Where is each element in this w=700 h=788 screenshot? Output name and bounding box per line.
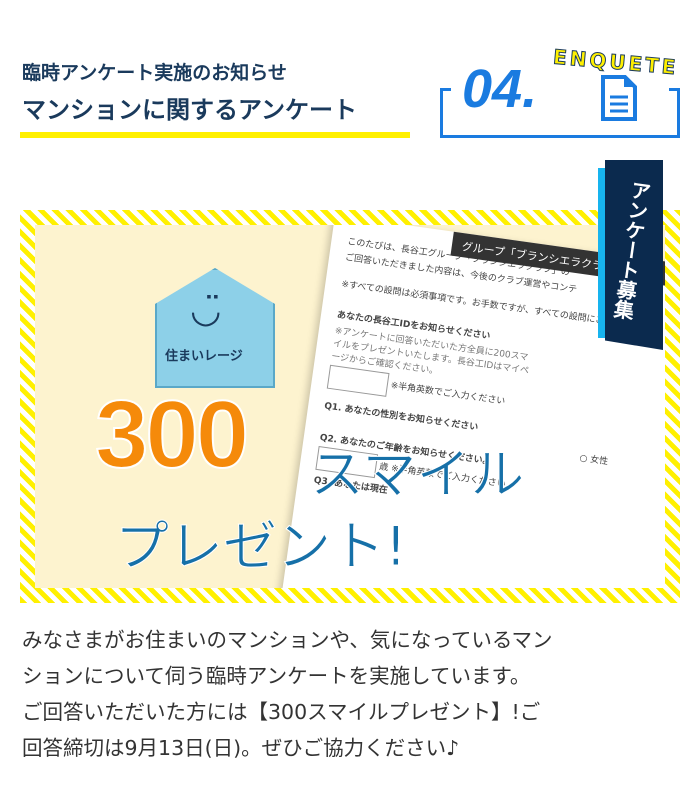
description: みなさまがお住まいのマンションや、気になっているマン ションについて伺う臨時アン… (22, 622, 682, 766)
female-option: 女性 (589, 454, 609, 468)
page-subtitle: 臨時アンケート実施のお知らせ (22, 62, 287, 84)
headline-text: スマイル (309, 443, 525, 507)
description-line: ションについて伺う臨時アンケートを実施しています。 (22, 664, 531, 688)
description-line: 回答締切は9月13日(日)。ぜひご協力ください♪ (22, 736, 460, 760)
page-title: マンションに関するアンケート (22, 96, 358, 124)
id-input (326, 364, 390, 397)
document-icon (600, 74, 638, 122)
badge-number: 04. (458, 58, 542, 120)
description-line: みなさまがお住まいのマンションや、気になっているマン (22, 628, 553, 652)
headline-number: 300 (94, 380, 250, 489)
headline-sub: プレゼント! (115, 515, 408, 579)
title-underline (20, 132, 410, 138)
smile-icon: ◡̈ (190, 290, 222, 331)
form-note: ※半角英数でご入力ください (389, 380, 506, 407)
tag-label: 住まいレージ (165, 349, 243, 364)
description-line: ご回答いただいた方には【300スマイルプレゼント】!ご (22, 700, 541, 724)
